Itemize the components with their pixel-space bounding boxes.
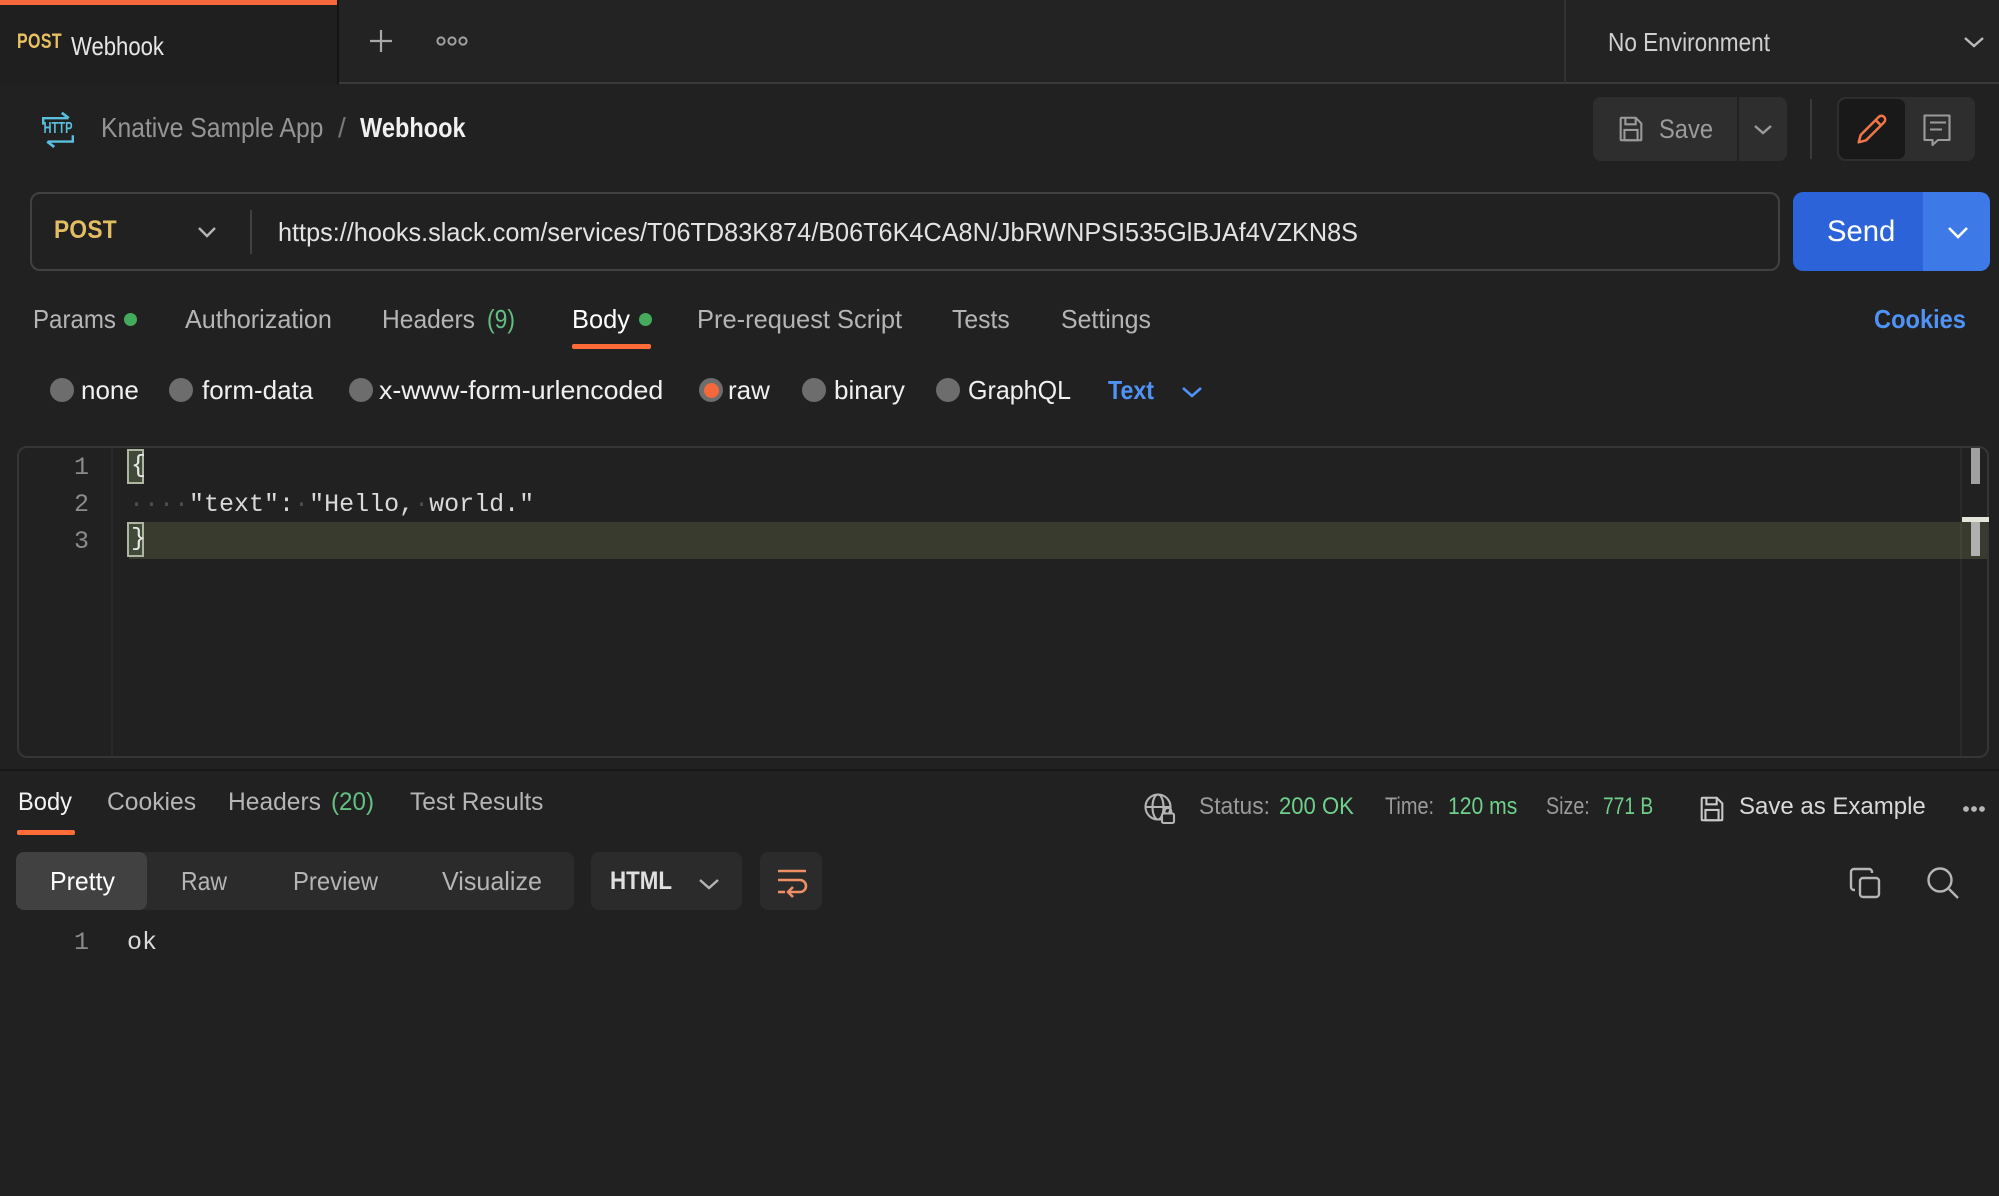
svg-text:HTTP: HTTP — [44, 120, 73, 137]
